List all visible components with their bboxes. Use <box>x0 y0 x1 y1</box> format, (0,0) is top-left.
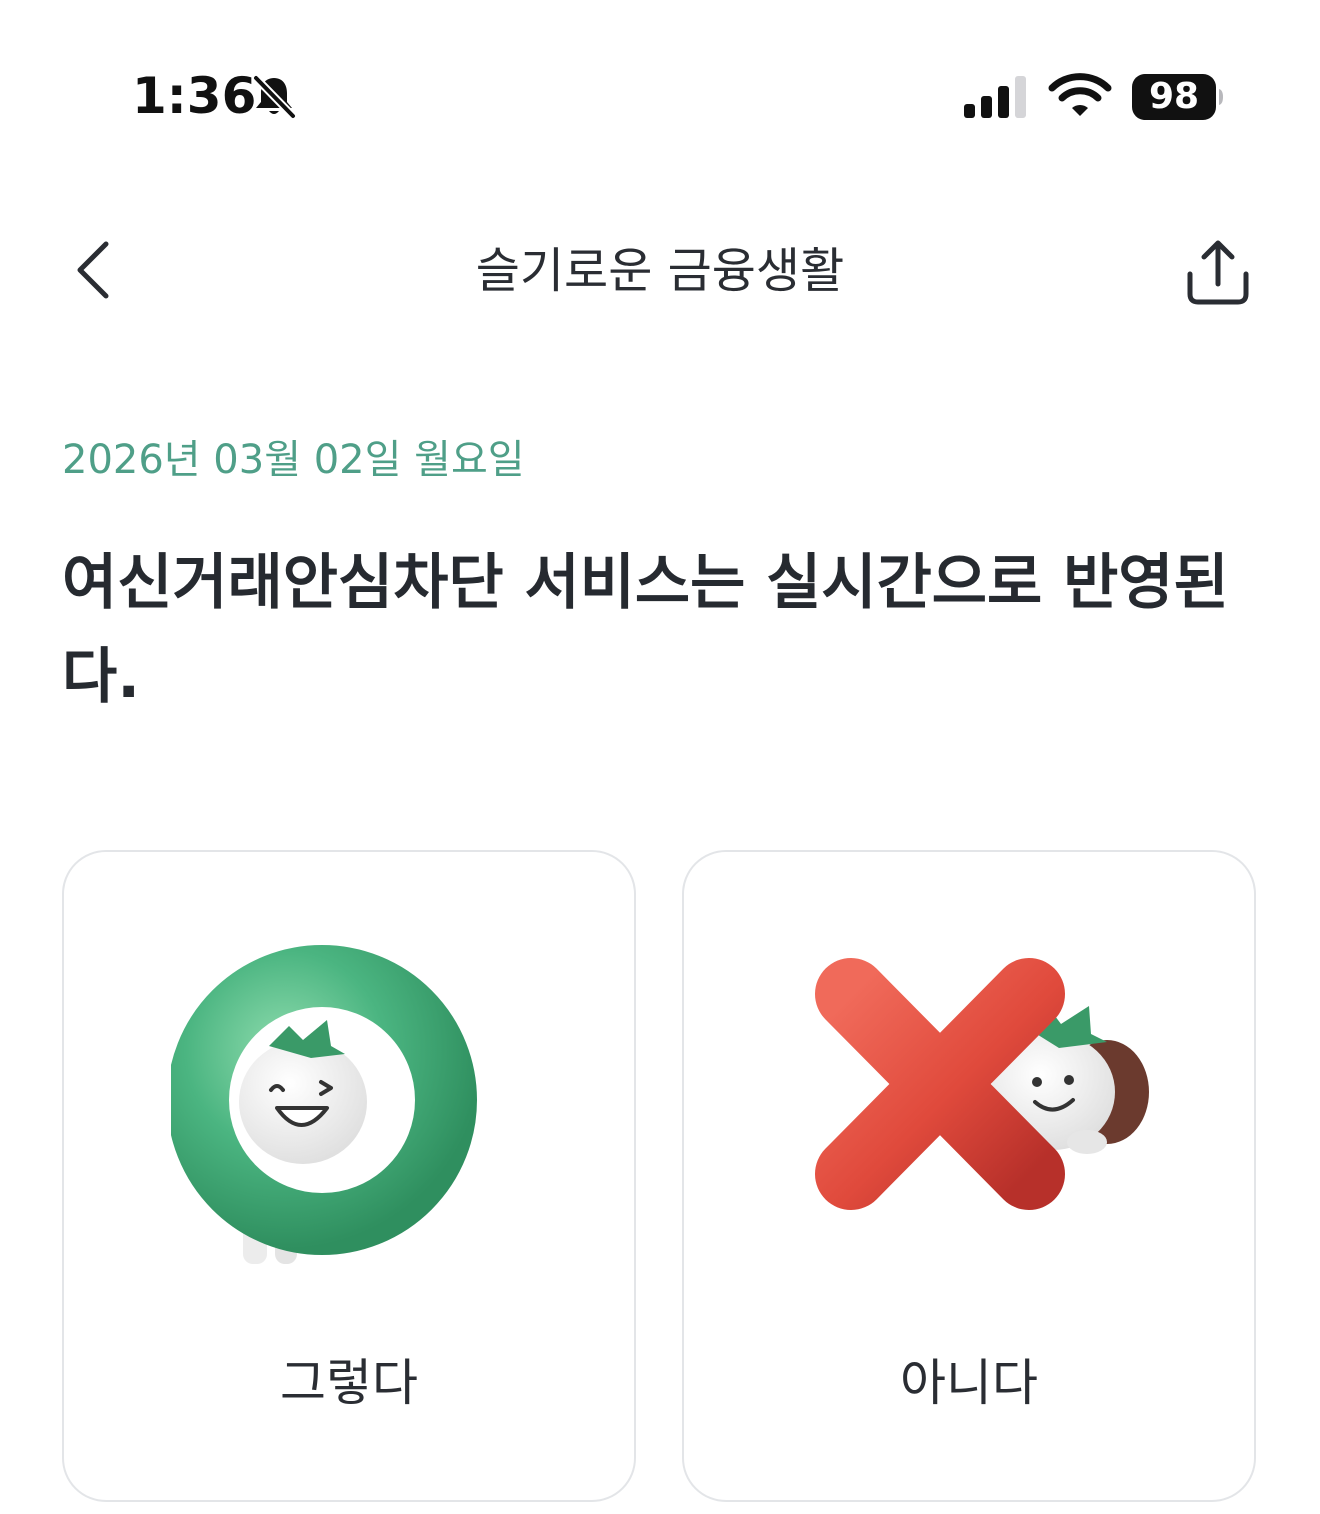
cellular-signal-icon <box>964 76 1026 118</box>
quiz-date: 2026년 03월 02일 월요일 <box>62 437 525 483</box>
choice-yes-label: 그렇다 <box>280 1354 418 1412</box>
status-time: 1:36 <box>132 67 257 125</box>
chevron-left-icon <box>77 241 109 299</box>
status-bar: 1:36 98 <box>0 0 1320 190</box>
bell-slash-icon <box>252 74 297 120</box>
choice-no-label: 아니다 <box>900 1354 1038 1412</box>
page-title: 슬기로운 금융생활 <box>475 243 845 299</box>
wifi-icon <box>1048 73 1112 116</box>
share-icon <box>1187 240 1249 305</box>
choice-no-button[interactable]: 아니다 <box>682 850 1256 1502</box>
quiz-question: 여신거래안심차단 서비스는 실시간으로 반영된다. <box>62 548 1229 712</box>
back-button[interactable] <box>56 230 128 310</box>
o-mark-icon <box>171 945 477 1264</box>
battery-level: 98 <box>1148 76 1200 117</box>
choice-yes-button[interactable]: 그렇다 <box>62 850 636 1502</box>
share-button[interactable] <box>1176 230 1260 314</box>
nav-header: 슬기로운 금융생활 <box>0 200 1320 340</box>
x-mark-icon <box>815 958 1149 1210</box>
